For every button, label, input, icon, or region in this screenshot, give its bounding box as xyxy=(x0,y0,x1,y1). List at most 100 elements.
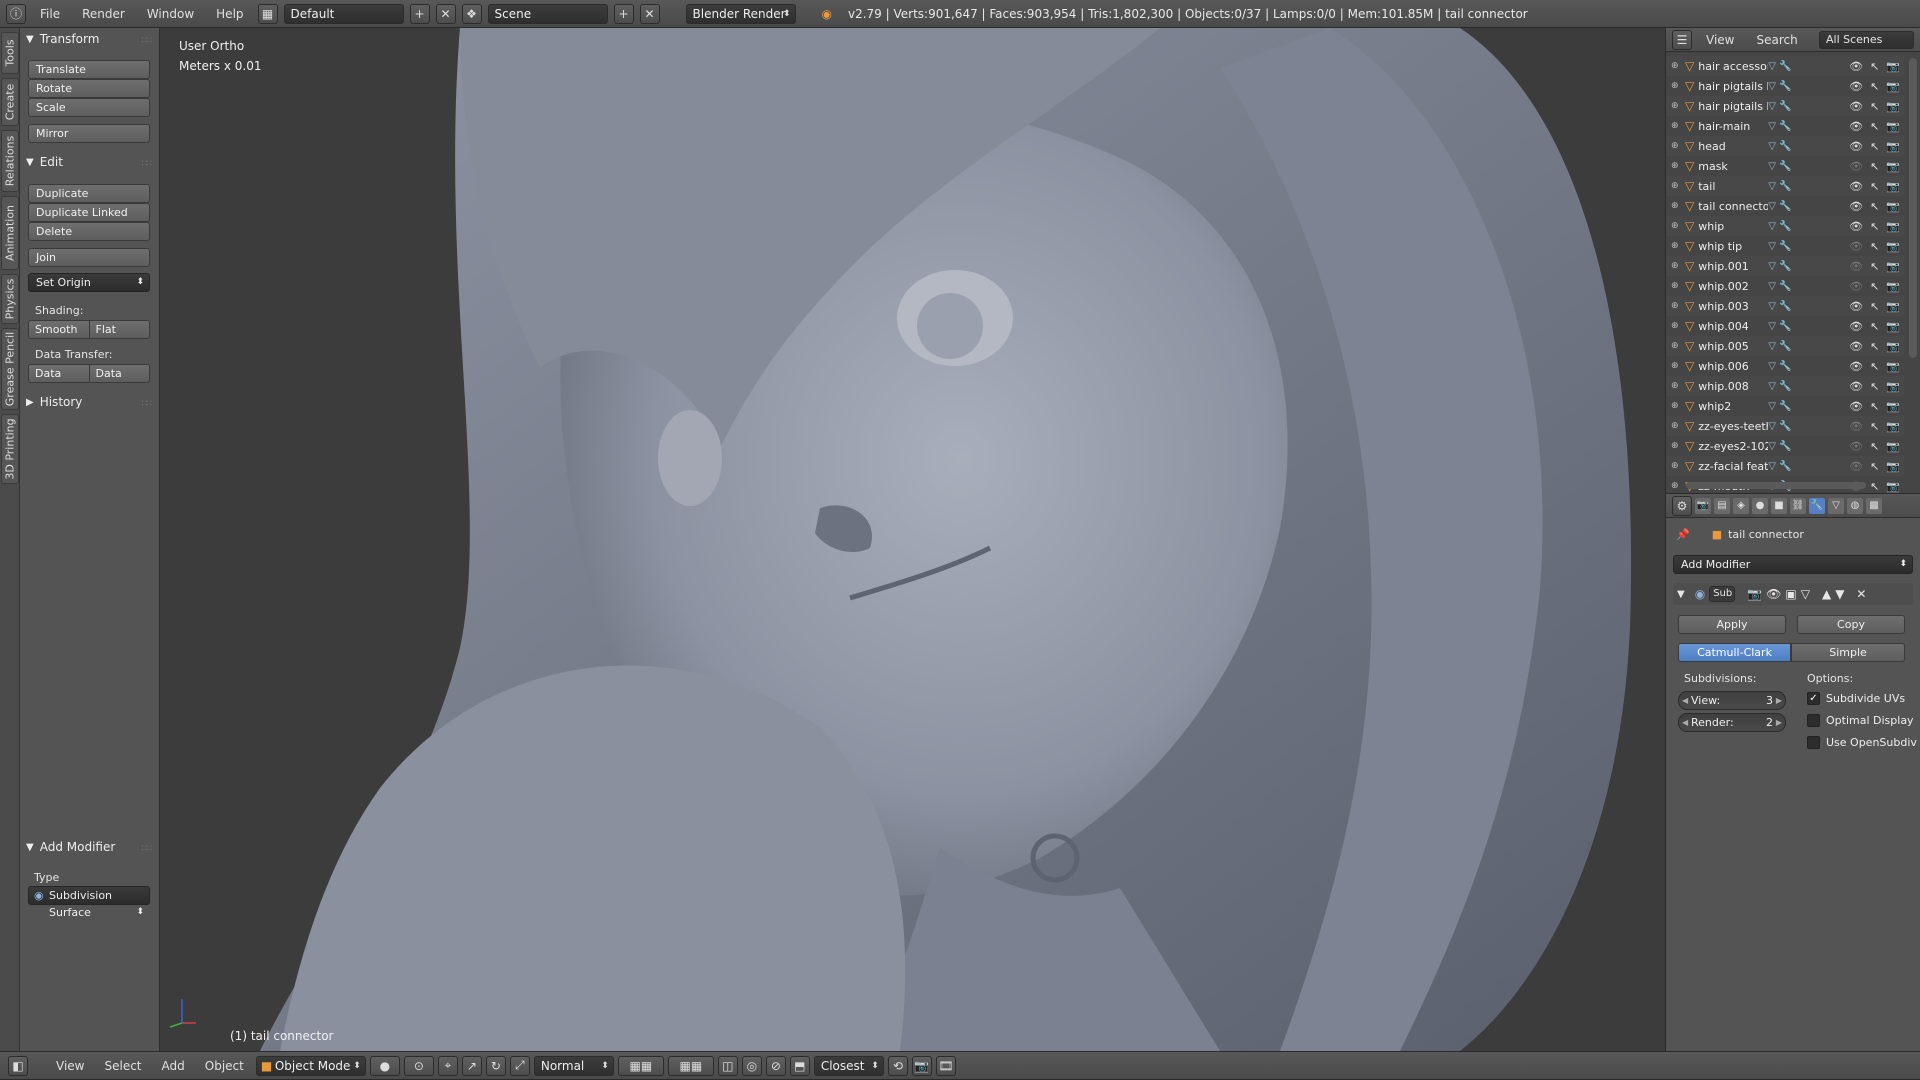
menu-view[interactable]: View xyxy=(48,1057,92,1075)
selectable-cursor-icon[interactable]: ↖ xyxy=(1870,300,1879,313)
outliner-row[interactable]: ⊕ ▽ whip2 ▽ 🔧 👁 ↖ 📷 xyxy=(1666,396,1904,416)
outliner-row[interactable]: ⊕ ▽ whip.006 ▽ 🔧 👁 ↖ 📷 xyxy=(1666,356,1904,376)
catmull-clark-button[interactable]: Catmull-Clark xyxy=(1678,643,1791,662)
set-origin-select[interactable]: Set Origin ⬍ xyxy=(28,273,150,292)
translate-manipulator-icon[interactable]: ↗ xyxy=(461,1055,482,1076)
renderable-camera-icon[interactable]: 📷 xyxy=(1886,240,1900,253)
tab-relations[interactable]: Relations xyxy=(1,130,19,192)
outliner-row[interactable]: ⊕ ▽ whip.008 ▽ 🔧 👁 ↖ 📷 xyxy=(1666,376,1904,396)
snap-element-icon[interactable]: ⬒ xyxy=(789,1055,810,1076)
visibility-eye-icon[interactable]: 👁 xyxy=(1849,240,1863,253)
scene-icon[interactable]: ❖ xyxy=(461,3,482,24)
outliner-row[interactable]: ⊕ ▽ whip.004 ▽ 🔧 👁 ↖ 📷 xyxy=(1666,316,1904,336)
expand-plus-icon[interactable]: ⊕ xyxy=(1671,101,1685,111)
add-modifier-select[interactable]: Add Modifier ⬍ xyxy=(1673,555,1913,574)
visibility-eye-icon[interactable]: 👁 xyxy=(1849,440,1863,453)
opengl-render-icon[interactable]: 📷 xyxy=(911,1055,932,1076)
tab-grease-pencil[interactable]: Grease Pencil xyxy=(1,328,19,410)
visibility-eye-icon[interactable]: 👁 xyxy=(1849,200,1863,213)
visibility-eye-icon[interactable]: 👁 xyxy=(1849,220,1863,233)
selectable-cursor-icon[interactable]: ↖ xyxy=(1870,140,1879,153)
rotate-button[interactable]: Rotate xyxy=(28,79,150,98)
expand-plus-icon[interactable]: ⊕ xyxy=(1671,261,1685,271)
expand-plus-icon[interactable]: ⊕ xyxy=(1671,201,1685,211)
optimal-display-checkbox[interactable]: Optimal Display xyxy=(1807,714,1914,727)
visibility-eye-icon[interactable]: 👁 xyxy=(1849,140,1863,153)
drag-grip-icon[interactable]: ∷∷ xyxy=(142,36,153,46)
duplicate-button[interactable]: Duplicate xyxy=(28,184,150,203)
selectable-cursor-icon[interactable]: ↖ xyxy=(1870,260,1879,273)
material-tab-icon[interactable]: ◍ xyxy=(1847,497,1863,514)
properties-editor-type-icon[interactable]: ⚙ xyxy=(1672,495,1692,516)
outliner-horizontal-scrollbar[interactable] xyxy=(1686,482,1866,489)
delete-button[interactable]: Delete xyxy=(28,222,150,241)
smooth-button[interactable]: Smooth xyxy=(29,321,90,338)
display-mode-select[interactable]: All Scenes xyxy=(1819,30,1914,49)
visibility-eye-icon[interactable]: 👁 xyxy=(1849,380,1863,393)
manipulator-icon[interactable]: ⌖ xyxy=(437,1055,458,1076)
layers-grid-icon[interactable]: ▦▦ xyxy=(617,1055,664,1076)
object-tab-icon[interactable]: ■ xyxy=(1771,497,1787,514)
visibility-eye-icon[interactable]: 👁 xyxy=(1849,300,1863,313)
tab-animation[interactable]: Animation xyxy=(1,196,19,270)
tab-create[interactable]: Create xyxy=(1,78,19,126)
renderable-camera-icon[interactable]: 📷 xyxy=(1886,220,1900,233)
snap-target-select[interactable]: Closest ⬍ xyxy=(813,1055,884,1076)
selectable-cursor-icon[interactable]: ↖ xyxy=(1870,180,1879,193)
selectable-cursor-icon[interactable]: ↖ xyxy=(1870,340,1879,353)
renderable-camera-icon[interactable]: 📷 xyxy=(1886,180,1900,193)
outliner-row[interactable]: ⊕▽zz-facial features▽ 🔧 👁 ↖ 📷 xyxy=(1666,456,1904,476)
expand-plus-icon[interactable]: ⊕ xyxy=(1671,221,1685,231)
selectable-cursor-icon[interactable]: ↖ xyxy=(1870,200,1879,213)
rotate-manipulator-icon[interactable]: ↻ xyxy=(485,1055,506,1076)
selectable-cursor-icon[interactable]: ↖ xyxy=(1870,400,1879,413)
visibility-eye-icon[interactable]: 👁 xyxy=(1849,100,1863,113)
expand-plus-icon[interactable]: ⊕ xyxy=(1671,61,1685,71)
add-screen-icon[interactable]: + xyxy=(409,3,430,24)
expand-plus-icon[interactable]: ⊕ xyxy=(1671,161,1685,171)
proportional-edit-icon[interactable]: ◎ xyxy=(741,1055,762,1076)
selectable-cursor-icon[interactable]: ↖ xyxy=(1870,60,1879,73)
render-toggle-icon[interactable]: 📷 xyxy=(1747,587,1762,601)
menu-select[interactable]: Select xyxy=(96,1057,149,1075)
add-scene-icon[interactable]: + xyxy=(613,3,634,24)
outliner-menu-view[interactable]: View xyxy=(1698,31,1742,49)
selectable-cursor-icon[interactable]: ↖ xyxy=(1870,80,1879,93)
move-down-icon[interactable]: ▼ xyxy=(1835,587,1844,601)
outliner-row[interactable]: ⊕ ▽ head ▽ 🔧 👁 ↖ 📷 xyxy=(1666,136,1904,156)
visibility-eye-icon[interactable]: 👁 xyxy=(1849,340,1863,353)
expand-plus-icon[interactable]: ⊕ xyxy=(1671,81,1685,91)
expand-plus-icon[interactable]: ⊕ xyxy=(1671,441,1685,451)
pin-icon[interactable]: 📌 xyxy=(1676,528,1690,541)
renderable-camera-icon[interactable]: 📷 xyxy=(1886,320,1900,333)
join-button[interactable]: Join xyxy=(28,248,150,267)
outliner-row[interactable]: ⊕ ▽ hair-main ▽ 🔧 👁 ↖ 📷 xyxy=(1666,116,1904,136)
menu-object[interactable]: Object xyxy=(197,1057,252,1075)
visibility-eye-icon[interactable]: 👁 xyxy=(1849,160,1863,173)
renderable-camera-icon[interactable]: 📷 xyxy=(1886,340,1900,353)
outliner-row[interactable]: ⊕ ▽ hair pigtails L ▽ 🔧 👁 ↖ 📷 xyxy=(1666,76,1904,96)
visibility-eye-icon[interactable]: 👁 xyxy=(1849,320,1863,333)
render-tab-icon[interactable]: 📷 xyxy=(1695,497,1711,514)
selectable-cursor-icon[interactable]: ↖ xyxy=(1870,120,1879,133)
expand-plus-icon[interactable]: ⊕ xyxy=(1671,401,1685,411)
flat-button[interactable]: Flat xyxy=(89,321,149,338)
snap-rotation-icon[interactable]: ⟲ xyxy=(887,1055,908,1076)
expand-plus-icon[interactable]: ⊕ xyxy=(1671,301,1685,311)
3d-viewport[interactable]: User Ortho Meters x 0.01 (1) tail connec… xyxy=(160,28,1665,1051)
data-button[interactable]: Data xyxy=(29,365,90,382)
lock-layers-icon[interactable]: ◫ xyxy=(717,1055,738,1076)
expand-plus-icon[interactable]: ⊕ xyxy=(1671,481,1685,491)
renderable-camera-icon[interactable]: 📷 xyxy=(1886,480,1900,493)
expand-plus-icon[interactable]: ⊕ xyxy=(1671,341,1685,351)
selectable-cursor-icon[interactable]: ↖ xyxy=(1870,280,1879,293)
renderable-camera-icon[interactable]: 📷 xyxy=(1886,360,1900,373)
expand-plus-icon[interactable]: ⊕ xyxy=(1671,241,1685,251)
visibility-eye-icon[interactable]: 👁 xyxy=(1849,360,1863,373)
renderable-camera-icon[interactable]: 📷 xyxy=(1886,60,1900,73)
selectable-cursor-icon[interactable]: ↖ xyxy=(1870,240,1879,253)
renderable-camera-icon[interactable]: 📷 xyxy=(1886,200,1900,213)
menu-help[interactable]: Help xyxy=(208,5,251,23)
expand-plus-icon[interactable]: ⊕ xyxy=(1671,181,1685,191)
outliner-editor-type-icon[interactable]: ☰ xyxy=(1672,29,1692,50)
